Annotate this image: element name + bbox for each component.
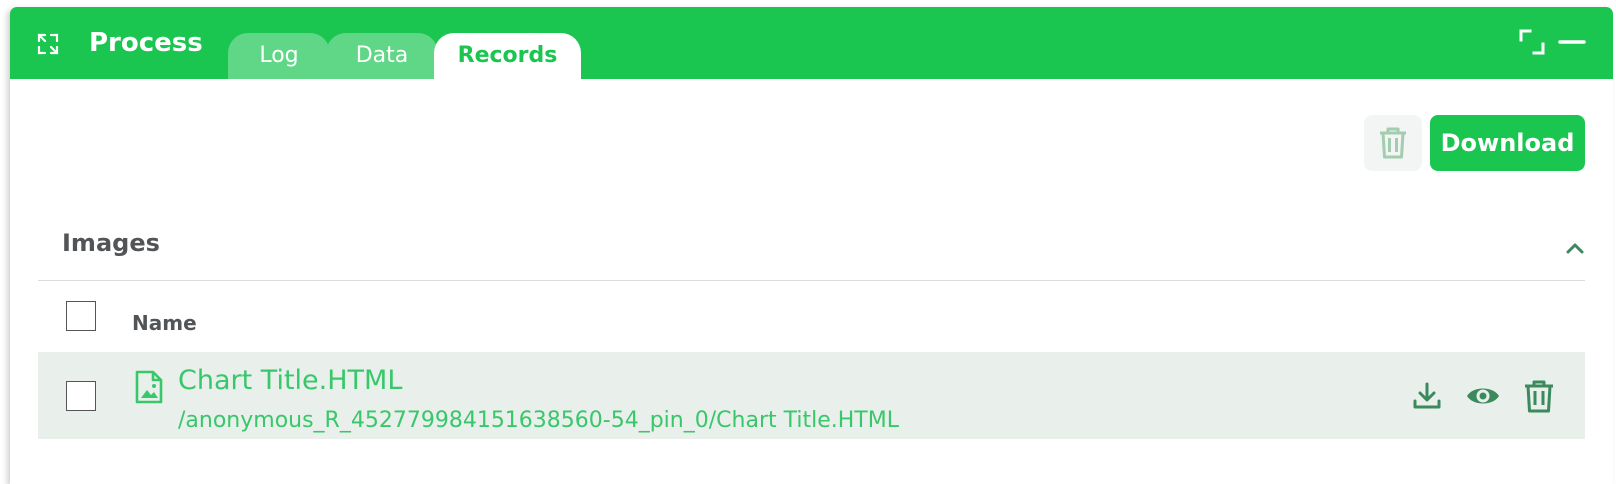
download-button[interactable]: Download: [1430, 115, 1585, 171]
file-name[interactable]: Chart Title.HTML: [178, 364, 402, 398]
chevron-up-icon[interactable]: [1563, 236, 1587, 260]
section-divider: [38, 280, 1585, 281]
process-icon: [37, 33, 59, 55]
column-header-name: Name: [132, 311, 197, 335]
image-file-icon: [135, 370, 163, 404]
tab-log[interactable]: Log: [228, 33, 330, 79]
panel-title: Process: [89, 28, 203, 58]
process-panel: Process Log Data Records Download Images…: [10, 7, 1613, 484]
trash-icon: [1380, 127, 1406, 159]
maximize-icon[interactable]: [1517, 27, 1547, 57]
tab-data[interactable]: Data: [326, 33, 438, 79]
select-all-checkbox[interactable]: [66, 301, 96, 331]
section-title: Images: [62, 229, 160, 257]
tab-records[interactable]: Records: [434, 33, 581, 79]
file-path: /anonymous_R_452779984151638560-54_pin_0…: [178, 408, 899, 433]
panel-header: Process Log Data Records: [10, 7, 1613, 79]
delete-selected-button[interactable]: [1364, 115, 1422, 171]
download-icon[interactable]: [1409, 378, 1445, 414]
eye-icon[interactable]: [1465, 378, 1501, 414]
minimize-icon[interactable]: [1557, 27, 1587, 57]
row-checkbox[interactable]: [66, 381, 96, 411]
trash-icon[interactable]: [1521, 378, 1557, 414]
